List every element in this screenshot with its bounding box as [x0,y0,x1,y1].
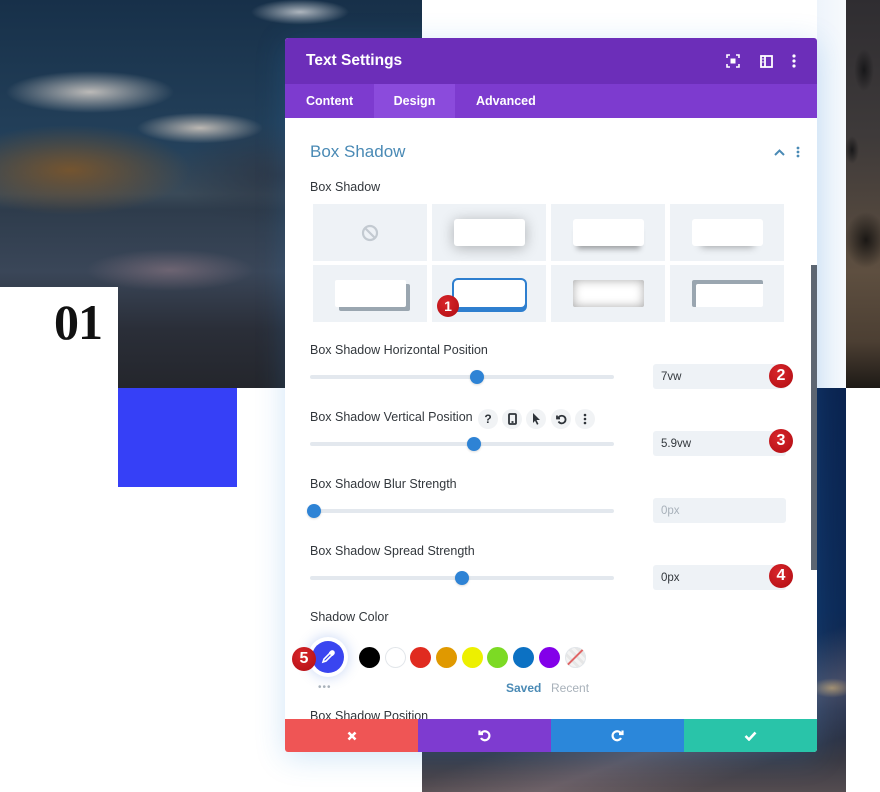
modal-header[interactable]: Text Settings [285,38,817,84]
blur-strength-label: Box Shadow Blur Strength [310,477,457,491]
no-shadow-icon [361,224,379,241]
field-options: ? [285,409,817,432]
responsive-phone-icon[interactable] [502,409,522,429]
section-more-icon[interactable] [791,144,805,160]
chevron-up-icon[interactable] [772,144,786,160]
tab-advanced[interactable]: Advanced [476,84,536,118]
cancel-button[interactable] [285,719,418,752]
modal-footer [285,719,817,752]
horizontal-position-label: Box Shadow Horizontal Position [310,343,488,357]
undo-button[interactable] [418,719,551,752]
split-view-icon[interactable] [758,53,774,69]
horizontal-position-slider[interactable] [310,370,614,384]
more-options-icon[interactable] [786,53,802,69]
more-colors-button[interactable]: ••• [318,682,332,693]
annotation-badge: 1 [437,295,459,317]
box-shadow-preset-2[interactable] [551,204,665,261]
color-swatch-green[interactable] [486,647,508,668]
color-swatch-none[interactable] [564,647,586,668]
check-icon [744,731,757,741]
save-button[interactable] [684,719,817,752]
box-shadow-preset-1[interactable] [432,204,546,261]
slider-handle[interactable] [467,437,482,451]
horizontal-position-input[interactable] [653,364,786,389]
color-swatch-orange[interactable] [435,647,457,668]
color-swatch-red[interactable] [409,647,431,668]
palm-image [846,0,880,388]
text-settings-modal: Text Settings Content Design Advanced Bo… [285,38,817,752]
shadow-color-picker[interactable] [312,641,344,673]
help-icon[interactable]: ? [478,409,498,429]
redo-button[interactable] [551,719,684,752]
tab-content[interactable]: Content [306,84,353,118]
palette-tab-saved[interactable]: Saved [506,681,541,695]
page-number: 01 [54,294,103,350]
hover-cursor-icon[interactable] [526,409,546,429]
section-title[interactable]: Box Shadow [310,142,405,162]
annotation-badge: 3 [769,429,793,453]
settings-body: Box Shadow Box Shadow Box Shadow Horizon… [285,118,817,723]
expand-icon[interactable] [725,53,741,69]
close-icon [347,731,356,740]
preset-preview [453,219,525,246]
color-swatch-yellow[interactable] [461,647,483,668]
modal-title: Text Settings [306,52,403,69]
preset-preview [572,219,644,246]
preset-preview [453,280,525,307]
blue-square [118,388,237,487]
preset-preview [334,280,406,307]
preset-preview [691,219,763,246]
color-swatch-blue[interactable] [512,647,534,668]
tab-design[interactable]: Design [374,84,455,118]
annotation-badge: 2 [769,364,793,388]
annotation-badge: 5 [292,647,316,671]
number-block: 01 [0,287,118,388]
box-shadow-preset-7[interactable] [670,265,784,322]
vertical-position-input[interactable] [653,431,786,456]
blur-strength-slider[interactable] [307,504,614,518]
vertical-position-slider[interactable] [310,437,614,451]
palette-tab-recent[interactable]: Recent [551,681,589,695]
box-shadow-preset-6[interactable] [551,265,665,322]
box-shadow-label: Box Shadow [310,180,381,194]
color-swatch-purple[interactable] [538,647,560,668]
blur-strength-input[interactable] [653,498,786,523]
preset-preview [691,280,763,307]
box-shadow-preset-3[interactable] [670,204,784,261]
color-swatch-white[interactable] [384,647,406,668]
slider-handle[interactable] [455,571,469,585]
page-section-background [817,0,846,388]
spread-strength-input[interactable] [653,565,786,590]
shadow-color-label: Shadow Color [310,610,389,624]
slider-handle[interactable] [470,370,485,384]
undo-icon [478,730,491,742]
redo-icon [611,730,624,742]
field-more-icon[interactable] [575,409,595,429]
eyedropper-icon [321,650,335,664]
spread-strength-slider[interactable] [310,571,614,585]
modal-tabs: Content Design Advanced [285,84,817,118]
slider-handle[interactable] [307,504,321,518]
settings-scrollbar[interactable] [811,265,817,570]
annotation-badge: 4 [769,564,793,588]
box-shadow-preset-4[interactable] [313,265,427,322]
reset-icon[interactable] [551,409,571,429]
color-swatch-black[interactable] [358,647,380,668]
box-shadow-preset-none[interactable] [313,204,427,261]
preset-preview [572,280,644,307]
spread-strength-label: Box Shadow Spread Strength [310,544,475,558]
